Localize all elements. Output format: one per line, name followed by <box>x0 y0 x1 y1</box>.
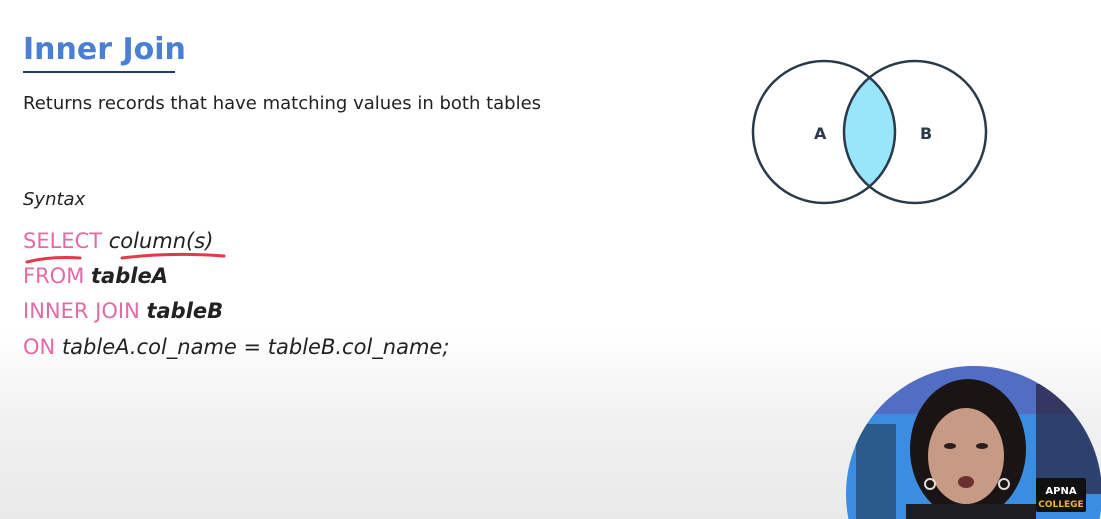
apna-college-logo: APNA COLLEGE <box>1036 478 1086 512</box>
underline-select <box>25 256 82 264</box>
annotation-underlines <box>25 252 226 264</box>
venn-label-a: A <box>814 124 827 143</box>
keyword-inner-join: INNER JOIN <box>23 299 140 323</box>
presenter-webcam: APNA COLLEGE <box>846 366 1101 519</box>
inner-join-arg: tableB <box>146 299 224 323</box>
code-line-on: ON tableA.col_name = tableB.col_name; <box>23 335 449 359</box>
on-condition: tableA.col_name = tableB.col_name; <box>61 335 450 359</box>
venn-diagram: A B <box>751 59 988 205</box>
logo-text-apna: APNA <box>1045 486 1076 497</box>
venn-label-b: B <box>920 124 932 143</box>
logo-text-college: COLLEGE <box>1038 500 1083 510</box>
keyword-on: ON <box>23 335 56 359</box>
presenter-face <box>928 408 1004 504</box>
underline-column <box>120 252 226 260</box>
code-line-inner-join: INNER JOIN tableB <box>23 299 223 323</box>
